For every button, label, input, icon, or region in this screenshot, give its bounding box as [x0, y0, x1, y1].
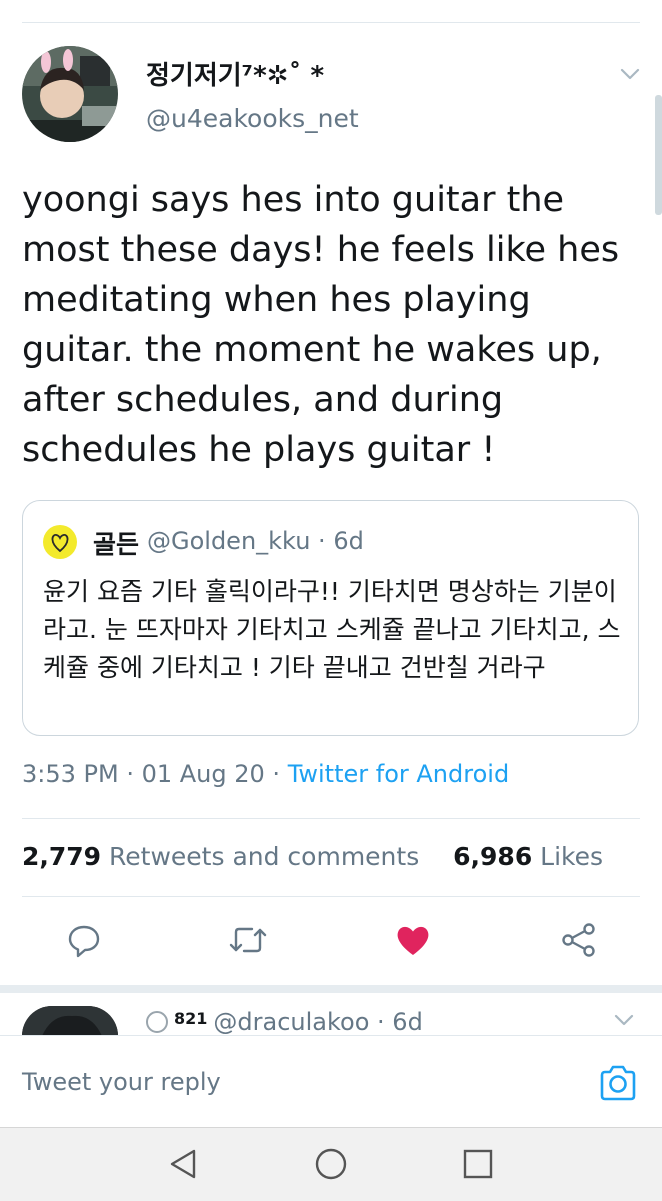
retweets-label: Retweets and comments — [109, 842, 420, 871]
reply-author-avatar[interactable] — [22, 1006, 118, 1036]
reply-composer: Tweet your reply — [0, 1035, 662, 1128]
reply-handle-time: @draculakoo · 6d — [213, 1008, 423, 1036]
likes-count: 6,986 — [453, 842, 533, 871]
tweet-text: yoongi says hes into guitar the most the… — [22, 180, 620, 470]
author-avatar[interactable] — [22, 46, 118, 142]
retweets-count: 2,779 — [22, 842, 102, 871]
reply-badge-count: 821 — [174, 1009, 208, 1028]
home-icon[interactable] — [313, 1146, 349, 1182]
author-display-name[interactable]: 정기저기⁷*✲˚ * — [146, 55, 324, 92]
quoted-tweet-text: 윤기 요즘 기타 홀릭이라구!! 기타치면 명상하는 기분이라고. 눈 뜨자마자… — [43, 577, 621, 682]
author-handle[interactable]: @u4eakooks_net — [146, 104, 359, 133]
quoted-author-name[interactable]: 골든 — [93, 525, 139, 561]
back-icon[interactable] — [166, 1146, 202, 1182]
likes-label: Likes — [540, 842, 604, 871]
chevron-down-icon[interactable] — [618, 62, 642, 86]
section-divider — [0, 985, 662, 993]
camera-icon[interactable] — [598, 1064, 638, 1102]
tweet-timestamp: 3:53 PM · 01 Aug 20 · Twitter for Androi… — [22, 760, 509, 788]
quoted-author-meta: @Golden_kku · 6d — [147, 527, 364, 555]
divider — [22, 896, 640, 897]
top-divider — [22, 22, 640, 23]
timestamp-text: 3:53 PM · 01 Aug 20 · — [22, 760, 288, 788]
tweet-stats[interactable]: 2,779 Retweets and comments 6,986 Likes — [22, 842, 603, 871]
reply-author-header[interactable]: 821 @draculakoo · 6d — [146, 1008, 423, 1036]
quoted-tweet-card[interactable]: 골든 @Golden_kku · 6d 윤기 요즘 기타 홀릭이라구!! 기타치… — [22, 500, 639, 736]
tweet-source-link[interactable]: Twitter for Android — [288, 760, 509, 788]
recents-icon[interactable] — [460, 1146, 496, 1182]
system-nav-bar — [0, 1127, 662, 1201]
scrollbar[interactable] — [655, 95, 662, 215]
share-icon[interactable] — [560, 922, 600, 962]
disc-icon — [146, 1011, 168, 1033]
reply-input[interactable]: Tweet your reply — [22, 1068, 221, 1096]
chevron-down-icon[interactable] — [612, 1008, 636, 1032]
retweet-icon[interactable] — [228, 922, 268, 962]
reply-icon[interactable] — [66, 922, 106, 962]
heart-icon[interactable] — [394, 922, 434, 962]
quoted-avatar[interactable] — [43, 525, 77, 559]
divider — [22, 818, 640, 819]
